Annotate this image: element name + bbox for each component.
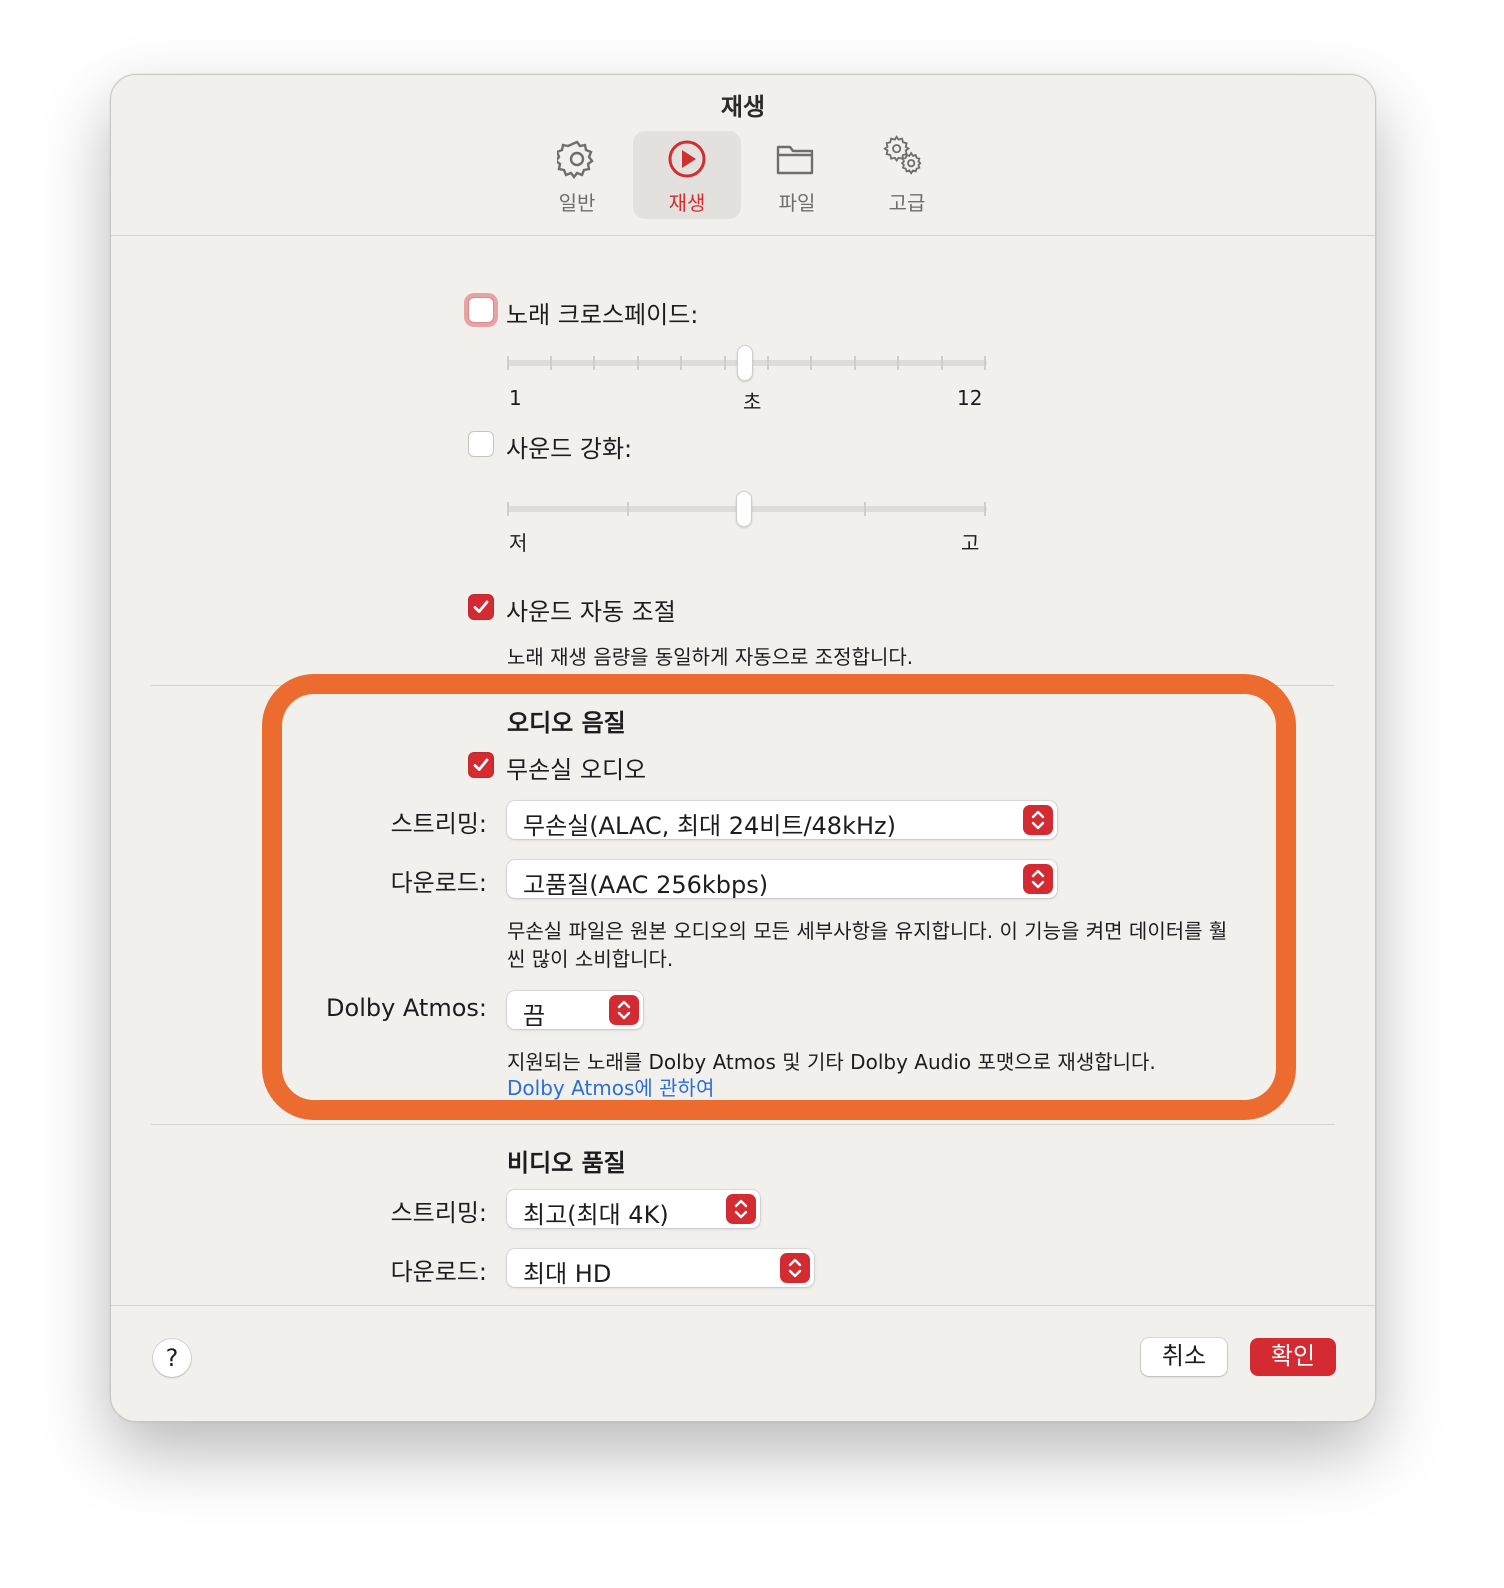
slider-tick bbox=[550, 356, 552, 370]
crossfade-max-label: 12 bbox=[957, 386, 983, 410]
slider-tick bbox=[507, 502, 509, 516]
popup-value: 최대 HD bbox=[523, 1260, 612, 1288]
slider-tick bbox=[767, 356, 769, 370]
tab-playback[interactable]: 재생 bbox=[633, 131, 741, 219]
tab-label: 재생 bbox=[668, 191, 706, 215]
gears-icon bbox=[883, 135, 922, 175]
slider-tick bbox=[984, 502, 986, 516]
slider-knob[interactable] bbox=[736, 491, 752, 527]
slider-tick bbox=[637, 356, 639, 370]
slider-tick bbox=[864, 502, 866, 516]
slider-tick bbox=[897, 356, 899, 370]
highlight-annotation-frame bbox=[262, 674, 1296, 1120]
popup-arrows bbox=[780, 1253, 810, 1283]
chevron-up-down-icon bbox=[788, 1258, 802, 1278]
slider-tick bbox=[854, 356, 856, 370]
checkmark-icon bbox=[473, 600, 489, 613]
slider-tick bbox=[724, 356, 726, 370]
toolbar-divider bbox=[111, 235, 1375, 236]
crossfade-unit-label: 초 bbox=[743, 390, 762, 414]
footer-divider bbox=[111, 1305, 1375, 1306]
tab-general[interactable]: 일반 bbox=[523, 131, 631, 219]
slider-tick bbox=[680, 356, 682, 370]
sound-check-checkbox[interactable] bbox=[468, 594, 494, 620]
slider-tick bbox=[984, 356, 986, 370]
tab-label: 파일 bbox=[778, 191, 816, 215]
section-divider bbox=[151, 1124, 1335, 1125]
chevron-up-down-icon bbox=[734, 1199, 748, 1219]
enhancer-min-label: 저 bbox=[509, 531, 528, 555]
video-download-popup[interactable]: 최대 HD bbox=[507, 1249, 814, 1288]
slider-tick bbox=[627, 502, 629, 516]
slider-tick bbox=[810, 356, 812, 370]
slider-knob[interactable] bbox=[737, 345, 753, 381]
folder-icon bbox=[776, 145, 814, 175]
sound-enhancer-checkbox[interactable] bbox=[468, 431, 494, 457]
sound-check-description: 노래 재생 음량을 동일하게 자동으로 조정합니다. bbox=[507, 645, 914, 669]
tab-advanced[interactable]: 고급 bbox=[853, 131, 961, 219]
gear-icon bbox=[557, 140, 594, 179]
sound-check-label: 사운드 자동 조절 bbox=[506, 598, 676, 626]
crossfade-label: 노래 크로스페이드: bbox=[506, 301, 699, 329]
tab-label: 일반 bbox=[558, 191, 596, 215]
slider-tick bbox=[507, 356, 509, 370]
play-circle-icon bbox=[668, 140, 706, 178]
popup-arrows bbox=[726, 1194, 756, 1224]
ok-button[interactable]: 확인 bbox=[1250, 1338, 1336, 1376]
popup-value: 최고(최대 4K) bbox=[523, 1201, 669, 1229]
crossfade-min-label: 1 bbox=[509, 386, 522, 410]
video-quality-heading: 비디오 품질 bbox=[507, 1149, 626, 1177]
cancel-button[interactable]: 취소 bbox=[1141, 1338, 1227, 1376]
video-download-label: 다운로드: bbox=[390, 1258, 487, 1286]
help-button[interactable]: ? bbox=[153, 1339, 191, 1377]
slider-tick bbox=[941, 356, 943, 370]
video-streaming-label: 스트리밍: bbox=[390, 1199, 487, 1227]
tab-files[interactable]: 파일 bbox=[743, 131, 851, 219]
crossfade-checkbox[interactable] bbox=[468, 297, 494, 323]
slider-tick bbox=[593, 356, 595, 370]
enhancer-max-label: 고 bbox=[961, 531, 980, 555]
sound-enhancer-label: 사운드 강화: bbox=[506, 435, 633, 463]
window-title: 재생 bbox=[720, 93, 766, 121]
video-streaming-popup[interactable]: 최고(최대 4K) bbox=[507, 1190, 760, 1229]
tab-label: 고급 bbox=[888, 191, 926, 215]
